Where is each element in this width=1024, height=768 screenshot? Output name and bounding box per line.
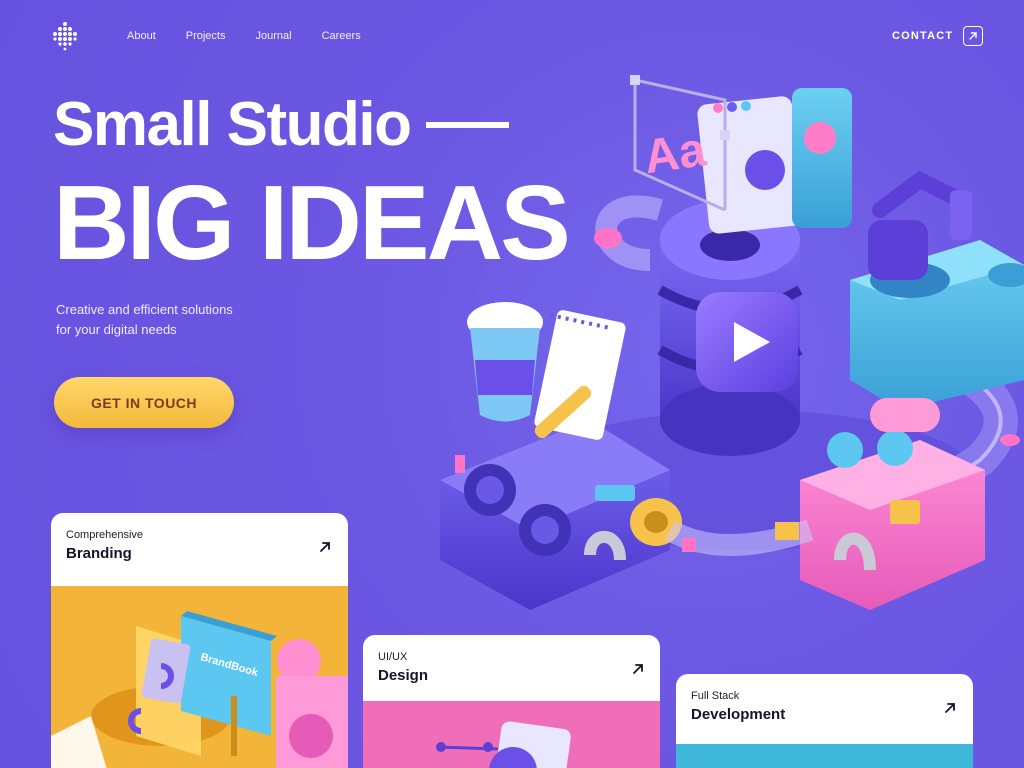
hero-subtitle-line2: for your digital needs — [56, 322, 177, 337]
card-title: Design — [378, 667, 429, 684]
svg-text:Aa: Aa — [641, 123, 709, 184]
hero-subtitle-line1: Creative and efficient solutions — [56, 302, 233, 317]
card-title: Branding — [66, 545, 132, 562]
design-card-image — [363, 701, 660, 768]
hero-subtitle: Creative and efficient solutions for you… — [56, 300, 286, 340]
card-kicker: Comprehensive — [66, 529, 144, 541]
development-card-image — [676, 744, 973, 768]
card-kicker: UI/UX — [378, 651, 408, 663]
main-nav: About Projects Journal Careers — [127, 30, 361, 42]
logo-dots-icon[interactable] — [51, 21, 79, 51]
contact-link[interactable]: CONTACT — [892, 26, 984, 46]
nav-link-about[interactable]: About — [127, 30, 156, 42]
service-card-development[interactable]: Full Stack Development — [676, 674, 973, 768]
nav-link-careers[interactable]: Careers — [322, 30, 361, 42]
contact-label: CONTACT — [892, 30, 954, 42]
arrow-up-right-icon — [944, 701, 956, 713]
nav-link-projects[interactable]: Projects — [186, 30, 226, 42]
service-card-branding[interactable]: Comprehensive Branding BrandBook — [51, 513, 348, 768]
card-title: Development — [691, 706, 786, 723]
branding-card-image: BrandBook — [51, 586, 348, 768]
hero-line1-text: Small Studio — [53, 90, 412, 159]
arrow-up-right-icon — [632, 662, 644, 674]
arrow-up-right-icon — [319, 540, 331, 552]
arrow-up-right-icon — [963, 26, 984, 46]
play-icon[interactable] — [696, 292, 798, 392]
hero-illustration: Aa — [420, 60, 1024, 630]
service-card-design[interactable]: UI/UX Design — [363, 635, 660, 768]
get-in-touch-button[interactable]: GET IN TOUCH — [54, 377, 234, 428]
nav-link-journal[interactable]: Journal — [256, 30, 292, 42]
card-kicker: Full Stack — [691, 690, 740, 702]
